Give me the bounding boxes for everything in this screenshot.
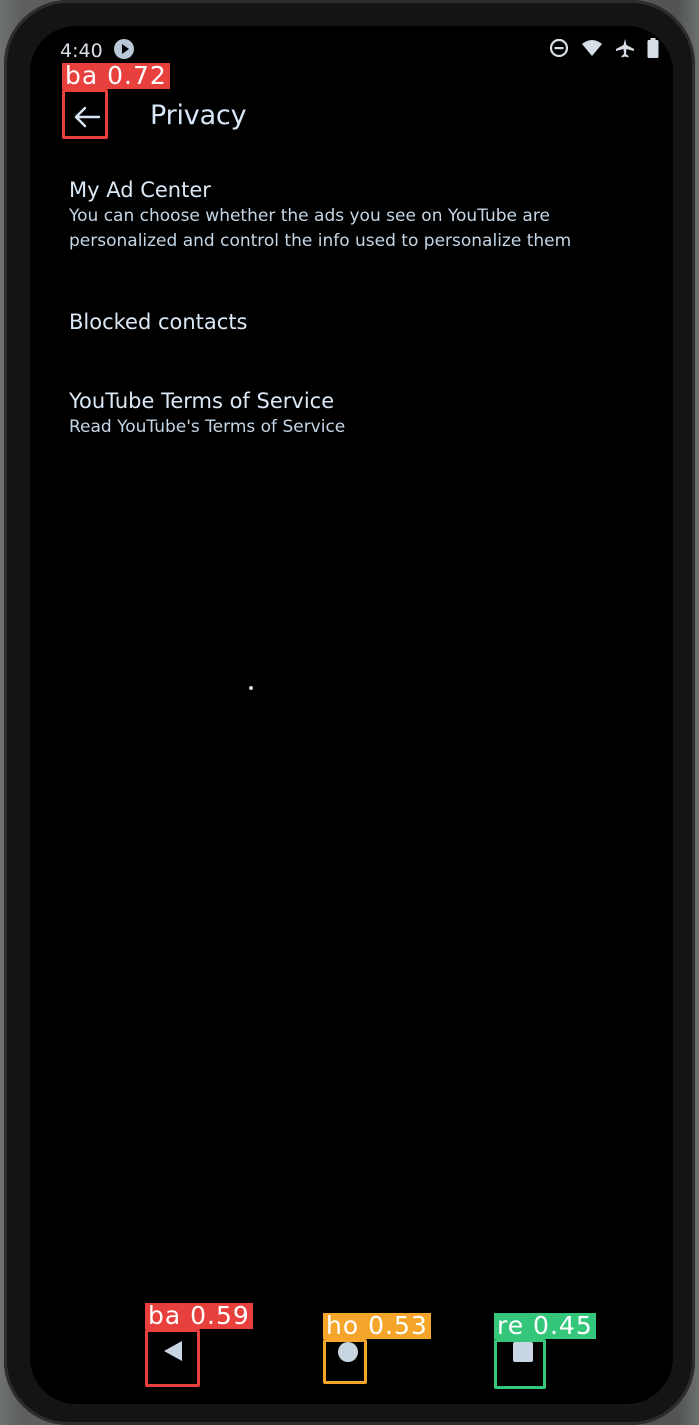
setting-description: You can choose whether the ads you see o… bbox=[69, 206, 550, 226]
setting-title: My Ad Center bbox=[69, 178, 211, 202]
phone-screen: 4:40 Privacy My Ad Center You can choose… bbox=[30, 26, 673, 1404]
setting-title: YouTube Terms of Service bbox=[69, 389, 335, 413]
setting-description: Read YouTube's Terms of Service bbox=[69, 417, 346, 437]
battery-icon bbox=[647, 38, 659, 58]
detection-box-recents bbox=[494, 1339, 546, 1389]
status-time: 4:40 bbox=[60, 40, 103, 62]
setting-youtube-terms-of-service[interactable]: YouTube Terms of Service Read YouTube's … bbox=[69, 387, 649, 440]
detection-label-home: ho 0.53 bbox=[323, 1313, 431, 1339]
detection-box-home bbox=[323, 1339, 367, 1384]
detection-box-nav-back bbox=[145, 1329, 200, 1387]
detection-label-back: ba 0.72 bbox=[62, 63, 170, 89]
detection-box-back bbox=[62, 89, 108, 139]
setting-my-ad-center[interactable]: My Ad Center You can choose whether the … bbox=[69, 176, 649, 254]
youtube-notification-icon bbox=[114, 39, 134, 59]
status-icons bbox=[549, 38, 659, 58]
setting-blocked-contacts[interactable]: Blocked contacts bbox=[69, 308, 649, 336]
setting-description: personalized and control the info used t… bbox=[69, 231, 572, 251]
phone-frame: 4:40 Privacy My Ad Center You can choose… bbox=[4, 0, 695, 1425]
app-bar: Privacy bbox=[30, 86, 673, 146]
detection-label-recents: re 0.45 bbox=[494, 1313, 596, 1339]
wifi-icon bbox=[581, 39, 603, 57]
do-not-disturb-icon bbox=[549, 38, 569, 58]
setting-title: Blocked contacts bbox=[69, 310, 248, 334]
airplane-mode-icon bbox=[615, 38, 635, 58]
page-title: Privacy bbox=[150, 100, 247, 131]
detection-label-nav-back: ba 0.59 bbox=[145, 1303, 253, 1329]
screen-speck bbox=[249, 686, 253, 690]
